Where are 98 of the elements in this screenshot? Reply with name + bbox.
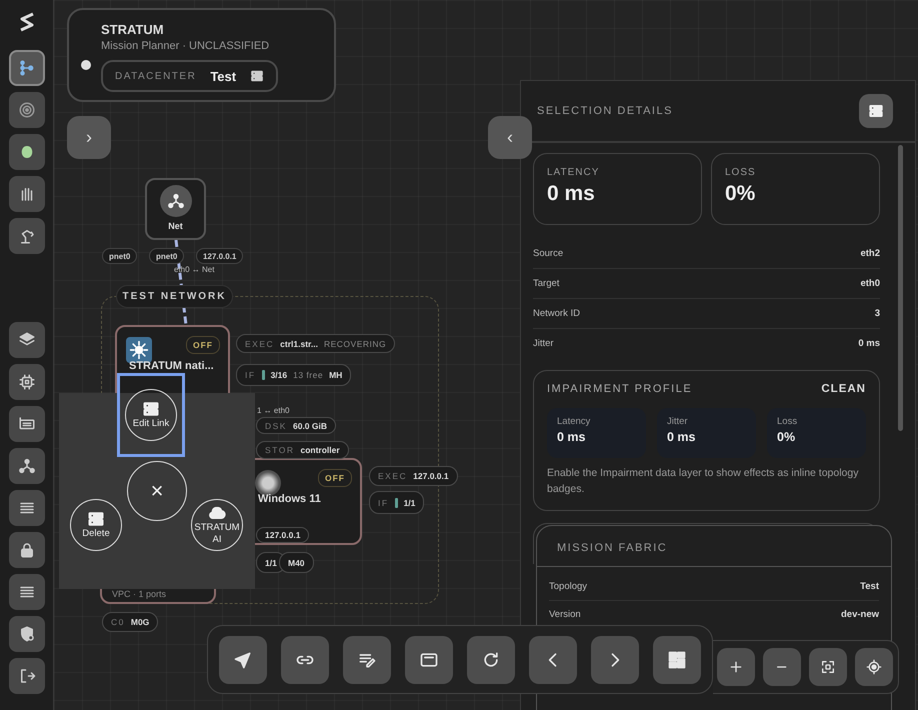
server-icon (87, 510, 105, 528)
status-badge: OFF (186, 336, 220, 354)
app-subtitle: Mission Planner · UNCLASSIFIED (101, 40, 270, 52)
port-badge: EXEC 127.0.0.1 (369, 466, 458, 486)
link-label: 1 ↔ eth0 (257, 406, 290, 415)
detail-label: Version (549, 609, 581, 620)
group-label: TEST NETWORK (116, 285, 233, 308)
scrollbar[interactable] (898, 145, 903, 431)
metric-label: Loss (777, 416, 798, 427)
tool-button[interactable] (467, 636, 515, 684)
sidebar-button[interactable] (8, 532, 44, 568)
minus-icon (777, 666, 787, 668)
metric-label: LATENCY (547, 167, 600, 178)
metric-value: 0% (777, 430, 796, 444)
port-badge: C0 M0G (102, 612, 158, 632)
detail-label: Topology (549, 581, 588, 592)
menu-item[interactable]: Edit Link (117, 373, 185, 457)
sidebar-button[interactable] (8, 616, 44, 652)
datacenter-selector[interactable]: DATACENTER Test (101, 60, 278, 92)
sidebar-button[interactable] (8, 176, 44, 212)
tool-button[interactable] (343, 636, 391, 684)
tool-button[interactable] (405, 636, 453, 684)
panel-title: SELECTION DETAILS (537, 105, 673, 117)
locate-icon (866, 659, 882, 675)
metric-label: Jitter (667, 416, 689, 427)
sidebar-button[interactable] (8, 448, 44, 484)
metric-value: 0% (725, 182, 756, 206)
metric-label: LOSS (725, 167, 757, 178)
disk-icon (255, 470, 281, 496)
tool-button[interactable] (653, 636, 701, 684)
collapse-button[interactable]: ‹ (488, 116, 532, 159)
node-title: STRATUM nati... (129, 360, 214, 372)
node-footer: VPC · 1 ports (112, 589, 166, 599)
plus-icon (728, 659, 744, 675)
detail-value: Test (860, 581, 879, 592)
metric-value: 0 ms (547, 182, 596, 206)
sidebar-button[interactable] (8, 406, 44, 442)
sidebar-button[interactable] (8, 364, 44, 400)
menu-item[interactable]: Delete (62, 483, 130, 567)
detail-value: eth2 (860, 248, 880, 259)
port-badge: 127.0.0.1 (196, 248, 244, 264)
detail-label: Source (533, 248, 564, 259)
chip-icon (18, 373, 36, 391)
link-label: eth0 ↔ Net (174, 265, 214, 274)
metric-value: 0 ms (667, 430, 696, 444)
metric-value: 0 ms (557, 430, 586, 444)
detail-value: 0 ms (858, 338, 880, 349)
app-title: STRATUM (101, 22, 165, 37)
sidebar-button[interactable] (8, 322, 44, 358)
profile-status: CLEAN (821, 383, 866, 395)
server-button[interactable] (859, 94, 893, 128)
card-title: MISSION FABRIC (537, 526, 891, 567)
sidebar-button[interactable] (8, 490, 44, 526)
sidebar-button[interactable] (8, 218, 44, 254)
detail-value: 3 (874, 308, 880, 319)
metric-label: Latency (557, 416, 592, 427)
port-badge: DSK 60.0 GiB (256, 417, 336, 434)
detail-value: dev-new (840, 609, 879, 620)
navigate-arrow-icon (233, 650, 253, 670)
sidebar-button[interactable] (8, 92, 44, 128)
zoom-button[interactable] (809, 648, 847, 686)
network-icon (18, 457, 36, 475)
target-icon (18, 101, 36, 119)
sidebar-button[interactable] (8, 50, 44, 86)
zoom-button[interactable] (855, 648, 893, 686)
port-badge: IF 1/1 (369, 491, 424, 514)
sidebar-button[interactable] (8, 574, 44, 610)
status-dot (81, 60, 91, 70)
detail-label: Jitter (533, 338, 554, 349)
close-button[interactable]: × (127, 461, 187, 521)
port-badge: pnet0 (102, 248, 138, 264)
server-icon (142, 400, 160, 418)
info-text: Enable the Impairment data layer to show effects as inline topology badges. (547, 466, 860, 497)
detail-label: Network ID (533, 308, 580, 319)
dashboard-icon (667, 650, 687, 670)
detail-value: eth0 (860, 278, 880, 289)
detail-label: Target (533, 278, 560, 289)
sidebar-button[interactable] (8, 134, 44, 170)
network-node[interactable]: Net (145, 178, 206, 240)
tool-button[interactable] (219, 636, 267, 684)
port-badge: IF 3/16 13 free MH (236, 364, 352, 386)
port-badge: EXEC ctrl1.str... RECOVERING (236, 334, 396, 353)
fit-screen-icon (820, 659, 836, 675)
network-icon (166, 192, 184, 210)
hierarchy-icon (18, 59, 36, 77)
expand-button[interactable]: › (67, 116, 111, 159)
server-icon (250, 69, 264, 83)
sidebar-button[interactable] (8, 658, 44, 694)
tool-button[interactable] (281, 636, 329, 684)
port-badge: M40 (279, 552, 314, 573)
port-badge: STOR controller (256, 441, 349, 459)
card-title: IMPAIRMENT PROFILE (547, 383, 692, 395)
port-badge: 127.0.0.1 (256, 527, 310, 543)
server-icon (868, 103, 884, 119)
node-title: Windows 11 (258, 493, 321, 505)
port-badge: pnet0 (149, 248, 184, 264)
sun-icon (129, 340, 149, 360)
status-badge: OFF (318, 469, 352, 487)
